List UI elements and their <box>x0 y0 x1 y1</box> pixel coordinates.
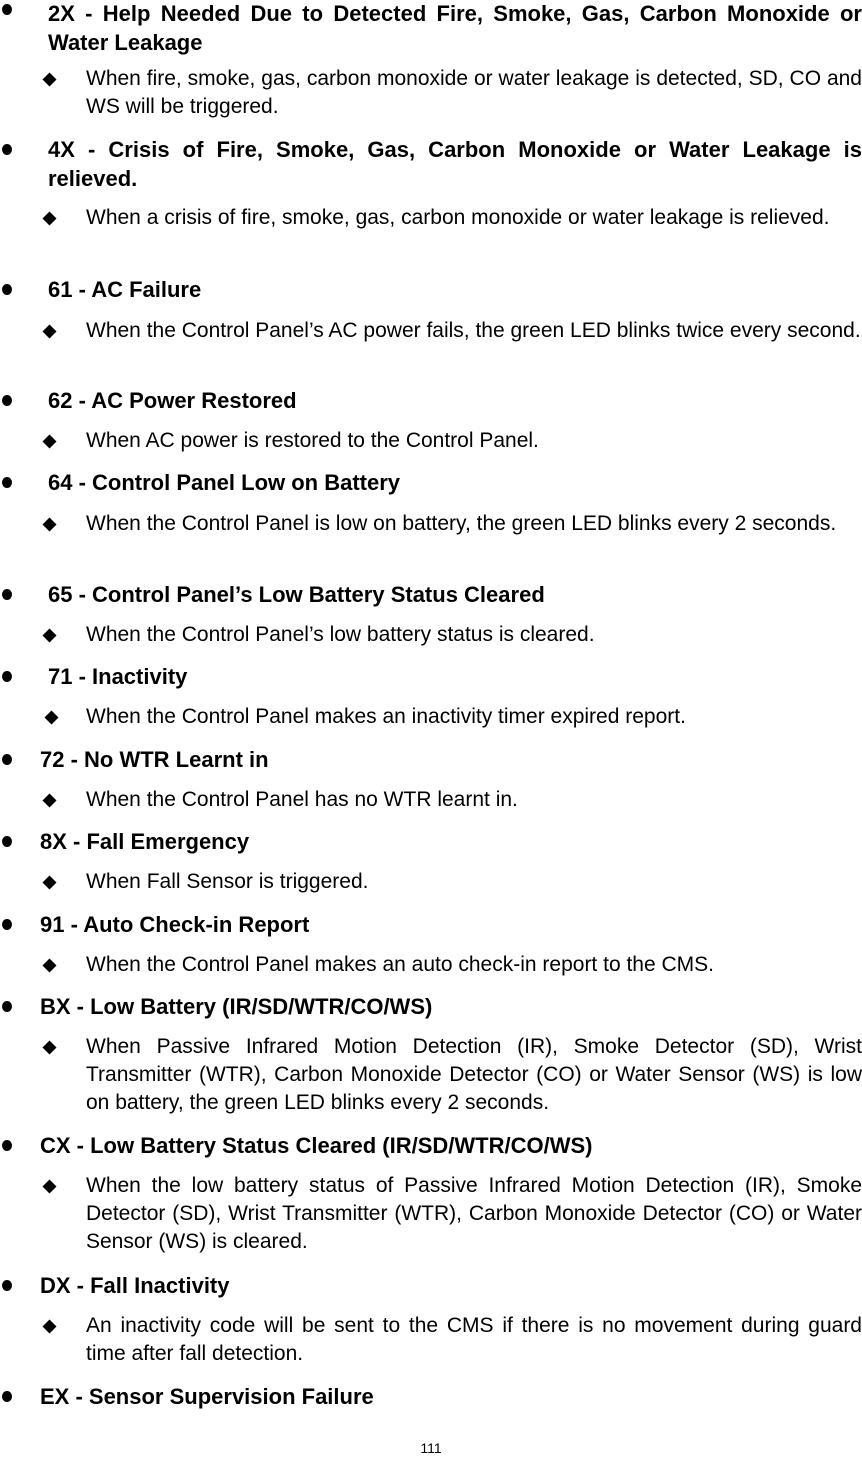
code-title: DX - Fall Inactivity <box>40 1273 230 1298</box>
code-title: 2X - Help Needed Due to Detected Fire, S… <box>48 1 862 55</box>
diamond-bullet-icon <box>42 793 57 808</box>
bullet-icon <box>2 1001 12 1012</box>
code-description: An inactivity code will be sent to the C… <box>86 1314 862 1365</box>
bullet-icon <box>2 4 12 15</box>
code-title: 72 - No WTR Learnt in <box>40 747 269 772</box>
code-description: When the Control Panel makes an inactivi… <box>86 705 686 728</box>
code-description: When the Control Panel’s low battery sta… <box>86 623 595 646</box>
diamond-bullet-icon <box>42 1319 57 1334</box>
bullet-icon <box>2 395 12 406</box>
diamond-bullet-icon <box>42 1040 57 1055</box>
diamond-bullet-icon <box>44 710 59 725</box>
code-title: 8X - Fall Emergency <box>40 829 250 854</box>
page-number: 111 <box>420 1440 442 1456</box>
code-title: CX - Low Battery Status Cleared (IR/SD/W… <box>40 1133 593 1158</box>
code-description: When AC power is restored to the Control… <box>86 429 539 452</box>
code-title: 62 - AC Power Restored <box>48 388 297 413</box>
code-description: When the low battery status of Passive I… <box>86 1174 862 1253</box>
code-description: When Fall Sensor is triggered. <box>86 870 369 893</box>
code-description: When the Control Panel’s AC power fails,… <box>86 319 861 342</box>
bullet-icon <box>2 477 12 488</box>
diamond-bullet-icon <box>42 324 57 339</box>
bullet-icon <box>2 144 12 155</box>
code-description: When a crisis of fire, smoke, gas, carbo… <box>86 206 830 229</box>
code-description: When the Control Panel has no WTR learnt… <box>86 788 518 811</box>
code-title: 61 - AC Failure <box>48 277 202 302</box>
diamond-bullet-icon <box>42 875 57 890</box>
diamond-bullet-icon <box>42 958 57 973</box>
code-description: When the Control Panel makes an auto che… <box>86 953 714 976</box>
code-description: When the Control Panel is low on battery… <box>86 512 837 535</box>
bullet-icon <box>2 919 12 930</box>
diamond-bullet-icon <box>42 72 57 87</box>
bullet-icon <box>2 1391 12 1402</box>
code-title: BX - Low Battery (IR/SD/WTR/CO/WS) <box>40 994 433 1019</box>
diamond-bullet-icon <box>42 211 57 226</box>
code-title: EX - Sensor Supervision Failure <box>40 1384 374 1409</box>
bullet-icon <box>2 589 12 600</box>
bullet-icon <box>2 836 12 847</box>
diamond-bullet-icon <box>42 628 57 643</box>
bullet-icon <box>2 1140 12 1151</box>
bullet-icon <box>2 284 12 295</box>
diamond-bullet-icon <box>42 434 57 449</box>
bullet-icon <box>2 671 12 682</box>
code-title: 4X - Crisis of Fire, Smoke, Gas, Carbon … <box>48 137 862 191</box>
code-title: 71 - Inactivity <box>48 664 188 689</box>
bullet-icon <box>2 754 12 765</box>
code-title: 65 - Control Panel’s Low Battery Status … <box>48 582 545 607</box>
diamond-bullet-icon <box>42 517 57 532</box>
diamond-bullet-icon <box>42 1179 57 1194</box>
code-title: 64 - Control Panel Low on Battery <box>48 470 401 495</box>
code-description: When fire, smoke, gas, carbon monoxide o… <box>86 67 862 118</box>
code-description: When Passive Infrared Motion Detection (… <box>86 1035 862 1114</box>
bullet-icon <box>2 1280 12 1291</box>
code-title: 91 - Auto Check-in Report <box>40 912 310 937</box>
